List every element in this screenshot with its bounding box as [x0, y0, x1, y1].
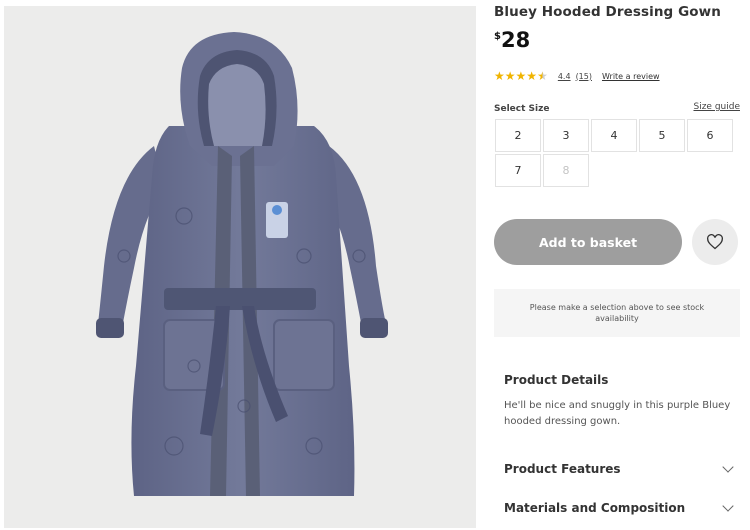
size-option[interactable]: 6 — [687, 119, 733, 152]
rating-value[interactable]: 4.4 — [558, 72, 571, 81]
wishlist-button[interactable] — [692, 219, 738, 265]
product-price: $ 28 — [494, 28, 530, 52]
dressing-gown-illustration — [96, 32, 388, 496]
rating-row: ★ ★ ★ ★ ★ 4.4 (15) Write a review — [494, 70, 660, 82]
size-option[interactable]: 2 — [495, 119, 541, 152]
size-option[interactable]: 7 — [495, 154, 541, 187]
size-option[interactable]: 5 — [639, 119, 685, 152]
review-count[interactable]: (15) — [576, 72, 592, 81]
accordion-label: Product Features — [504, 462, 621, 476]
size-option[interactable]: 4 — [591, 119, 637, 152]
star-icon: ★ — [494, 69, 505, 83]
materials-accordion[interactable]: Materials and Composition — [504, 500, 740, 515]
accordion-label: Materials and Composition — [504, 501, 686, 515]
size-guide-link[interactable]: Size guide — [693, 102, 740, 112]
product-features-accordion[interactable]: Product Features — [504, 461, 740, 476]
size-option-unavailable: 8 — [543, 154, 589, 187]
product-details-text: He'll be nice and snuggly in this purple… — [504, 400, 731, 427]
price-amount: 28 — [500, 28, 531, 52]
product-details-heading: Product Details — [504, 373, 609, 387]
star-icon: ★ — [504, 69, 516, 83]
chevron-down-icon — [722, 461, 734, 473]
star-icon: ★ — [515, 69, 527, 83]
price-currency: $ — [494, 31, 501, 42]
product-title: Bluey Hooded Dressing Gown — [494, 4, 721, 20]
star-icon: ★ — [526, 69, 538, 83]
half-star-icon: ★ — [537, 69, 548, 83]
rating-stars[interactable]: ★ ★ ★ ★ ★ — [494, 70, 548, 82]
chevron-down-icon — [722, 500, 734, 512]
product-image[interactable] — [4, 6, 476, 528]
write-review-link[interactable]: Write a review — [602, 72, 660, 81]
stock-availability-note: Please make a selection above to see sto… — [494, 289, 740, 337]
add-to-basket-button[interactable]: Add to basket — [494, 219, 682, 265]
heart-icon — [707, 234, 723, 250]
select-size-label: Select Size — [494, 104, 550, 114]
size-options: 2 3 4 5 6 7 8 — [495, 119, 741, 187]
size-option[interactable]: 3 — [543, 119, 589, 152]
product-info-panel: Bluey Hooded Dressing Gown $ 28 ★ ★ ★ ★ … — [494, 0, 744, 530]
